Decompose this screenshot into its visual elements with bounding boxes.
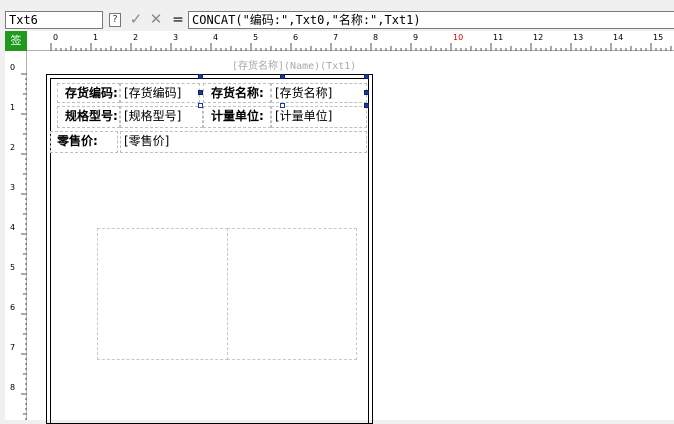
spec-label[interactable]: 规格型号: [57, 106, 120, 128]
ruler-label: 7 [333, 33, 338, 42]
selection-handle[interactable] [198, 103, 203, 108]
equals-label: = [172, 12, 184, 28]
ruler-label: 8 [10, 383, 15, 392]
vertical-ruler-ticks: 0 1 2 3 4 5 6 7 8 [10, 63, 27, 420]
name-box[interactable]: Txt6 [5, 11, 103, 29]
selection-handle[interactable] [364, 103, 369, 108]
ruler-label: 3 [173, 33, 178, 42]
ruler-label: 2 [133, 33, 138, 42]
image-placeholder-right[interactable] [227, 228, 357, 360]
ruler-label: 2 [10, 143, 15, 152]
ruler-label: 13 [573, 33, 583, 42]
ruler-label: 5 [253, 33, 258, 42]
vertical-ruler: 0 1 2 3 4 5 6 7 8 [5, 51, 27, 420]
ruler-label: 5 [10, 263, 15, 272]
selection-handle[interactable] [198, 90, 203, 95]
name-label[interactable]: 存货名称: [203, 83, 271, 103]
function-help-icon[interactable]: ? [109, 13, 121, 27]
unit-label[interactable]: 计量单位: [203, 106, 271, 128]
cancel-x-icon[interactable]: ✕ [148, 10, 164, 28]
ruler-label: 1 [10, 103, 15, 112]
ruler-label: 4 [213, 33, 218, 42]
ruler-label: 1 [93, 33, 98, 42]
ruler-label: 12 [533, 33, 543, 42]
selection-handle[interactable] [364, 74, 369, 79]
ruler-label: 6 [10, 303, 15, 312]
price-label[interactable]: 零售价: [50, 131, 118, 153]
selection-handle[interactable] [198, 74, 203, 79]
ruler-label: 4 [10, 223, 15, 232]
ruler-label: 0 [53, 33, 58, 42]
ruler-label: 3 [10, 183, 15, 192]
spec-value-field[interactable]: [规格型号] [120, 106, 203, 128]
horizontal-ruler-ticks: 0 1 2 3 4 5 6 7 8 9 10 11 12 13 14 15 [50, 33, 672, 51]
accept-check-icon[interactable]: ✓ [128, 10, 144, 28]
ruler-label: 15 [653, 33, 663, 42]
unit-value-field[interactable]: [计量单位] [271, 106, 367, 128]
ruler-corner-toggle[interactable]: 签 [5, 31, 27, 51]
code-value-field[interactable]: [存货编码] [120, 83, 200, 103]
ruler-label: 7 [10, 343, 15, 352]
selection-handle[interactable] [280, 103, 285, 108]
code-label[interactable]: 存货编码: [57, 83, 120, 103]
ruler-label: 11 [493, 33, 503, 42]
name-value-field[interactable]: [存货名称] [271, 83, 367, 103]
ruler-label: 9 [413, 33, 418, 42]
price-value-field[interactable]: [零售价] [120, 131, 367, 153]
formula-input[interactable]: CONCAT("编码:",Txt0,"名称:",Txt1) [188, 11, 674, 29]
ruler-label: 0 [10, 63, 15, 72]
image-placeholder-left[interactable] [97, 228, 228, 360]
ruler-label: 6 [293, 33, 298, 42]
ruler-label: 8 [373, 33, 378, 42]
horizontal-ruler: 0 1 2 3 4 5 6 7 8 9 10 11 12 13 14 15 [27, 31, 674, 51]
ruler-label: 10 [453, 33, 463, 42]
header-name-field[interactable]: [存货名称](Name)(Txt1) [232, 61, 365, 73]
ruler-label: 14 [613, 33, 623, 42]
selection-handle[interactable] [364, 90, 369, 95]
selection-handle[interactable] [280, 74, 285, 79]
